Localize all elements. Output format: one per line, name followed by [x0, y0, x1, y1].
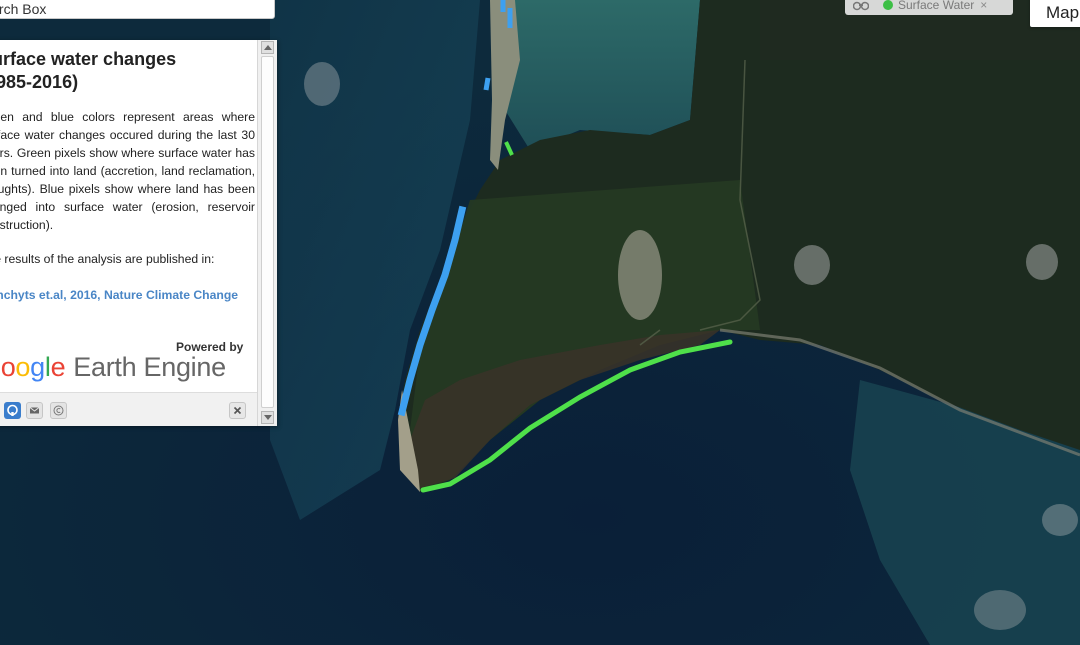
- arrow-up-icon: [263, 45, 272, 50]
- info-panel: Surface water changes (1985-2016) Green …: [0, 40, 277, 426]
- scroll-up-button[interactable]: [261, 41, 274, 54]
- layer-name: Surface Water: [898, 0, 975, 12]
- cloud: [304, 62, 340, 106]
- mail-icon[interactable]: [26, 402, 43, 419]
- publication-text: The results of the analysis are publishe…: [0, 252, 215, 266]
- close-icon[interactable]: ×: [980, 0, 987, 12]
- panel-title: Surface water changes (1985-2016): [0, 49, 177, 92]
- publication-link[interactable]: Donchyts et.al, 2016, Nature Climate Cha…: [0, 288, 255, 302]
- cloud: [618, 230, 662, 320]
- scroll-down-button[interactable]: [261, 411, 274, 424]
- search-box[interactable]: [0, 0, 275, 19]
- cloud: [1026, 244, 1058, 280]
- info-content: Surface water changes (1985-2016) Green …: [0, 40, 257, 426]
- arrow-down-icon: [263, 415, 272, 420]
- panel-scrollbar[interactable]: [257, 40, 277, 426]
- copyright-icon[interactable]: [50, 402, 67, 419]
- earth-engine-logo: GoogleEarth Engine: [0, 352, 226, 382]
- panel-footer: [0, 392, 257, 426]
- cloud: [794, 245, 830, 285]
- layer-color-dot: [883, 0, 893, 10]
- github-icon[interactable]: [4, 402, 21, 419]
- close-icon[interactable]: [229, 402, 246, 419]
- binoculars-icon: [852, 0, 870, 11]
- scroll-thumb[interactable]: [261, 56, 274, 408]
- layer-chip[interactable]: Surface Water ×: [845, 0, 1013, 15]
- map-type-button[interactable]: Map: [1030, 0, 1080, 27]
- cloud: [974, 590, 1026, 630]
- search-input[interactable]: [0, 0, 249, 18]
- cloud: [1042, 504, 1078, 536]
- panel-description: Green and blue colors represent areas wh…: [0, 110, 255, 232]
